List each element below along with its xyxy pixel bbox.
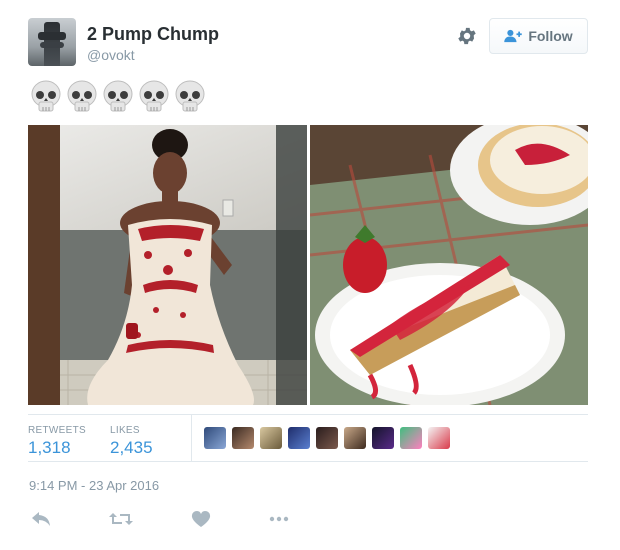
liker-avatar[interactable] — [400, 427, 422, 449]
media-photo-gown[interactable] — [28, 125, 307, 405]
follow-button-label: Follow — [528, 28, 573, 44]
liker-avatar[interactable] — [316, 427, 338, 449]
retweet-icon[interactable] — [108, 510, 134, 528]
tweet-timestamp[interactable]: 9:14 PM - 23 Apr 2016 — [29, 478, 159, 493]
liker-avatar[interactable] — [232, 427, 254, 449]
skull-icon — [139, 80, 169, 112]
like-icon[interactable] — [190, 510, 212, 528]
reply-icon[interactable] — [30, 510, 52, 528]
liker-avatar[interactable] — [260, 427, 282, 449]
likes-count: 2,435 — [110, 438, 153, 457]
retweets-stat[interactable]: RETWEETS 1,318 — [28, 425, 86, 458]
author-handle[interactable]: @ovokt — [87, 47, 135, 63]
tweet-text — [30, 80, 206, 114]
liker-avatars — [204, 427, 450, 449]
stats-divider — [191, 415, 192, 461]
follow-button[interactable]: Follow — [489, 18, 588, 54]
liker-avatar[interactable] — [288, 427, 310, 449]
liker-avatar[interactable] — [372, 427, 394, 449]
author-display-name[interactable]: 2 Pump Chump — [87, 24, 219, 45]
skull-icon — [67, 80, 97, 112]
tweet-actions — [28, 508, 328, 530]
media-photo-cheesecake[interactable] — [310, 125, 588, 405]
more-icon[interactable] — [268, 510, 290, 528]
author-avatar[interactable] — [28, 18, 76, 66]
gear-icon[interactable] — [456, 25, 478, 47]
liker-avatar[interactable] — [344, 427, 366, 449]
retweets-count: 1,318 — [28, 438, 71, 457]
retweets-label: RETWEETS — [28, 425, 86, 436]
likes-label: LIKES — [110, 425, 140, 436]
add-person-icon — [504, 29, 523, 43]
tweet-stats: RETWEETS 1,318 LIKES 2,435 — [28, 414, 588, 462]
likes-stat[interactable]: LIKES 2,435 — [110, 425, 153, 458]
liker-avatar[interactable] — [428, 427, 450, 449]
skull-icon — [175, 80, 205, 112]
skull-icon — [103, 80, 133, 112]
liker-avatar[interactable] — [204, 427, 226, 449]
skull-icon — [31, 80, 61, 112]
